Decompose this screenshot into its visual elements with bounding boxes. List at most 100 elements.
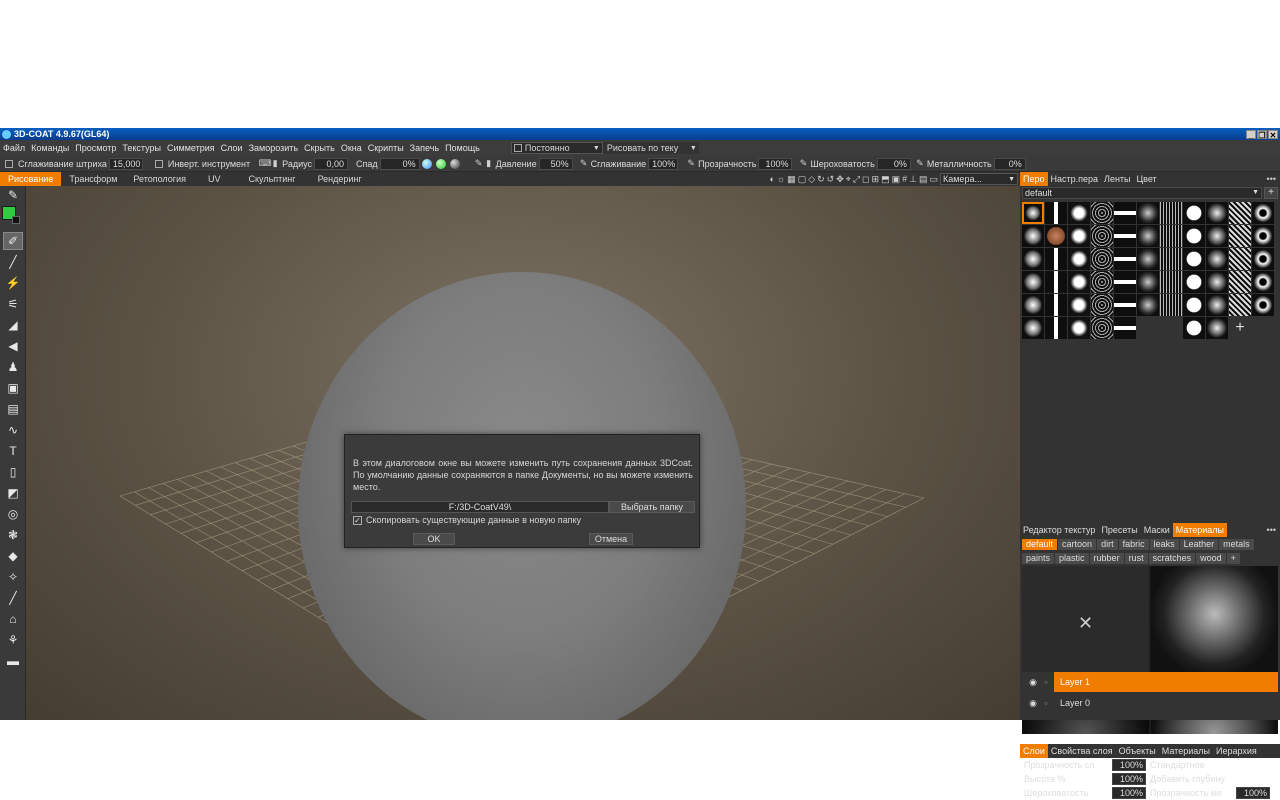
pick-brush-icon[interactable]: ✎: [3, 186, 23, 204]
brush-thumbnail[interactable]: [1160, 271, 1182, 293]
brush-thumbnail[interactable]: [1160, 225, 1182, 247]
brush-thumbnail[interactable]: [1252, 294, 1274, 316]
ruler-icon[interactable]: ⊥: [909, 174, 917, 185]
lock-icon[interactable]: ▫: [1040, 677, 1052, 687]
brush-thumbnail[interactable]: [1114, 248, 1136, 270]
brush-thumbnail[interactable]: [1160, 294, 1182, 316]
opacity-field[interactable]: 100%: [1112, 759, 1146, 771]
wire-icon[interactable]: ▣: [892, 174, 901, 185]
tab-hierarchy[interactable]: Иерархия: [1213, 744, 1260, 758]
brush-thumbnail[interactable]: [1091, 317, 1113, 339]
layer-row[interactable]: ◉ ▫ Layer 1: [1020, 672, 1278, 692]
brush-thumbnail[interactable]: [1183, 202, 1205, 224]
depth-mode-select[interactable]: Добавить глубину: [1146, 774, 1272, 784]
text-box-icon[interactable]: ▯: [3, 463, 23, 481]
tag-dirt[interactable]: dirt: [1097, 539, 1118, 550]
smoothing-field[interactable]: 100%: [648, 157, 679, 170]
rotate-icon[interactable]: ↻: [817, 174, 825, 185]
brush-thumbnail[interactable]: [1022, 248, 1044, 270]
brush-thumbnail[interactable]: [1068, 248, 1090, 270]
pipette-icon[interactable]: ╱: [3, 589, 23, 607]
magic-wand-icon[interactable]: ✧: [3, 568, 23, 586]
tag-wood[interactable]: wood: [1196, 553, 1226, 564]
brush-thumbnail[interactable]: [1114, 317, 1136, 339]
fit-icon[interactable]: ⊞: [872, 174, 880, 185]
line-tool-icon[interactable]: ╱: [3, 253, 23, 271]
mode-checkbox[interactable]: [513, 144, 522, 152]
frame-icon[interactable]: ◻: [862, 174, 869, 185]
tab-transform[interactable]: Трансформ: [61, 172, 125, 186]
brush-thumbnail[interactable]: [1068, 271, 1090, 293]
blend-mode-select[interactable]: Стандартное: [1146, 760, 1272, 770]
menu-hide[interactable]: Скрыть: [301, 143, 338, 153]
pen-icon[interactable]: ✎: [474, 158, 484, 169]
tab-layer-properties[interactable]: Свойства слоя: [1048, 744, 1116, 758]
eraser-icon[interactable]: ◩: [3, 484, 23, 502]
brush-thumbnail[interactable]: [1160, 248, 1182, 270]
smoothing-stroke-field[interactable]: 15,000: [108, 157, 143, 170]
falloff-field[interactable]: 0%: [379, 157, 420, 170]
cube-icon[interactable]: ⬒: [881, 174, 890, 185]
tag-leaks[interactable]: leaks: [1149, 539, 1179, 550]
camera-select[interactable]: Камера... ▼: [940, 173, 1018, 185]
airbrush-icon[interactable]: ⚡: [3, 274, 23, 292]
ok-button[interactable]: OK: [413, 533, 455, 545]
brush-thumbnail[interactable]: [1183, 317, 1205, 339]
stamp-icon[interactable]: ♟: [3, 358, 23, 376]
menu-bake[interactable]: Запечь: [407, 143, 442, 153]
mouse-icon[interactable]: ⌨: [259, 158, 272, 169]
clone-icon[interactable]: ◆: [3, 547, 23, 565]
layer-transparency-field[interactable]: 100%: [1236, 787, 1270, 799]
tab-brush-settings[interactable]: Настр.пера: [1048, 172, 1102, 186]
lock-icon[interactable]: ▫: [1040, 698, 1052, 708]
material-ball-icon[interactable]: [421, 158, 432, 169]
brush-thumbnail[interactable]: [1114, 202, 1136, 224]
brush-thumbnail[interactable]: [1229, 202, 1251, 224]
menu-layers[interactable]: Слои: [218, 143, 246, 153]
add-preset-button[interactable]: +: [1264, 187, 1278, 199]
pen-icon[interactable]: ✎: [915, 158, 925, 169]
iron-icon[interactable]: ⌂: [3, 610, 23, 628]
transparency-field[interactable]: 100%: [758, 157, 793, 170]
move-icon[interactable]: ✥: [836, 174, 844, 185]
brush-thumbnail[interactable]: [1045, 317, 1067, 339]
brush-thumbnail[interactable]: [1160, 317, 1182, 339]
brush-thumbnail[interactable]: [1252, 225, 1274, 247]
drop-icon[interactable]: ◇: [808, 174, 815, 185]
butterfly-icon[interactable]: ⚘: [3, 631, 23, 649]
brush-thumbnail[interactable]: [1229, 248, 1251, 270]
bucket-icon[interactable]: ◀: [3, 337, 23, 355]
add-tag-button[interactable]: +: [1226, 553, 1240, 564]
tag-rubber[interactable]: rubber: [1089, 553, 1124, 564]
smudge-icon[interactable]: ◢: [3, 316, 23, 334]
layer-stamp-icon[interactable]: ▤: [3, 400, 23, 418]
choose-folder-button[interactable]: Выбрать папку: [609, 501, 695, 513]
pen-icon[interactable]: ✎: [798, 158, 808, 169]
brush-thumbnail[interactable]: [1183, 271, 1205, 293]
split-icon[interactable]: ▤: [919, 174, 928, 185]
sticker-icon[interactable]: ▣: [3, 379, 23, 397]
tag-leather[interactable]: Leather: [1179, 539, 1219, 550]
brush-thumbnail[interactable]: [1183, 294, 1205, 316]
menu-textures[interactable]: Текстуры: [119, 143, 164, 153]
tab-presets[interactable]: Пресеты: [1098, 523, 1140, 537]
brush-thumbnail[interactable]: [1206, 271, 1228, 293]
cancel-button[interactable]: Отмена: [589, 533, 633, 545]
path-field[interactable]: F:/3D-CoatV49\: [351, 501, 609, 513]
brush-thumbnail[interactable]: [1091, 225, 1113, 247]
brush-thumbnail[interactable]: [1068, 202, 1090, 224]
lock-icon[interactable]: ▮: [484, 158, 494, 169]
brush-thumbnail[interactable]: [1183, 248, 1205, 270]
minimize-button[interactable]: _: [1246, 129, 1256, 140]
tab-objects[interactable]: Объекты: [1116, 744, 1159, 758]
tab-color[interactable]: Цвет: [1134, 172, 1160, 186]
brush-thumbnail[interactable]: [1229, 294, 1251, 316]
tag-paints[interactable]: paints: [1022, 553, 1055, 564]
tag-cartoon[interactable]: cartoon: [1058, 539, 1097, 550]
brush-thumbnail[interactable]: [1229, 271, 1251, 293]
roughness-field[interactable]: 0%: [876, 157, 911, 170]
material-slot-metal[interactable]: [1151, 566, 1278, 680]
brush-thumbnail[interactable]: [1022, 317, 1044, 339]
brush-thumbnail[interactable]: [1045, 271, 1067, 293]
brush-thumbnail[interactable]: [1206, 248, 1228, 270]
